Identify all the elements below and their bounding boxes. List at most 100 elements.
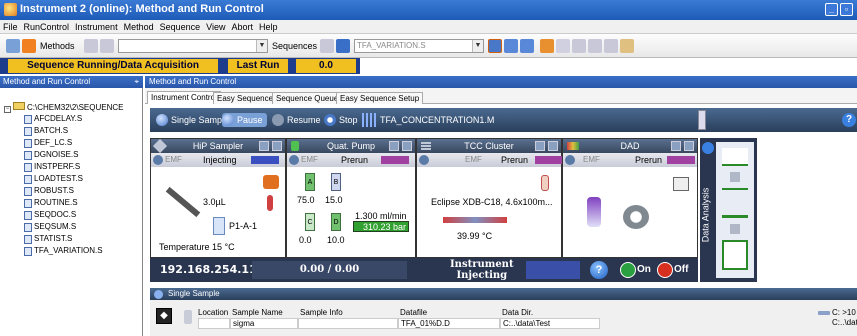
tree-root-label: C:\CHEM32\2\SEQUENCE xyxy=(27,103,124,112)
collapse-icon[interactable] xyxy=(154,290,163,299)
menu-module-icon[interactable] xyxy=(684,141,694,151)
tcc-cluster-module[interactable]: TCC Cluster EMF Prerun Eclipse XDB-C18, … xyxy=(416,138,563,258)
minimize-module-icon[interactable] xyxy=(259,141,269,151)
tree-file-item[interactable]: DEF_LC.S xyxy=(4,138,123,150)
tree-file-item[interactable]: ROUTINE.S xyxy=(4,198,123,210)
pause-button[interactable]: Pause xyxy=(222,113,267,127)
help-icon[interactable]: ? xyxy=(842,113,856,127)
menu-sequence[interactable]: Sequence xyxy=(157,21,204,33)
stop-button[interactable]: Stop xyxy=(324,113,358,127)
minimize-module-icon[interactable] xyxy=(535,141,545,151)
report-icon[interactable] xyxy=(540,39,554,53)
balance-icon[interactable] xyxy=(722,188,748,218)
chromatogram-icon[interactable] xyxy=(722,148,748,166)
report-icon[interactable] xyxy=(722,240,748,270)
tree-file-item[interactable]: TFA_VARIATION.S xyxy=(4,246,123,258)
sequence-file-icon xyxy=(24,139,32,148)
single-sample-title: Single Sample xyxy=(168,289,220,298)
menu-abort[interactable]: Abort xyxy=(229,21,257,33)
data-analysis-panel[interactable]: Data Analysis xyxy=(700,138,757,282)
sequence-file-icon xyxy=(24,151,32,160)
edit-icon[interactable] xyxy=(588,39,602,53)
tray-icon xyxy=(263,175,279,189)
sequence-combo[interactable]: TFA_VARIATION.S ▼ xyxy=(354,39,484,53)
menu-help[interactable]: Help xyxy=(256,21,281,33)
data-dir-cell[interactable]: C:..\data\Test xyxy=(500,318,600,329)
location-cell[interactable] xyxy=(198,318,230,329)
single-sample-button[interactable]: Single Sample xyxy=(156,113,229,127)
menu-file[interactable]: File xyxy=(0,21,21,33)
datafile-cell[interactable]: TFA_01%D.D xyxy=(398,318,500,329)
restore-button[interactable]: ▫ xyxy=(840,3,853,16)
minimize-module-icon[interactable] xyxy=(671,141,681,151)
pin-icon[interactable]: ⌖ xyxy=(134,76,139,88)
tree-root[interactable]: − C:\CHEM32\2\SEQUENCE xyxy=(4,102,123,114)
info-icon[interactable] xyxy=(620,39,634,53)
data-analysis-label-wrap: Data Analysis xyxy=(700,188,714,248)
layout3-icon[interactable] xyxy=(520,39,534,53)
print-icon[interactable] xyxy=(572,39,586,53)
detector-cell-icon xyxy=(623,205,649,229)
tab-sequence-queue[interactable]: Sequence Queue xyxy=(272,92,343,104)
menu-module-icon[interactable] xyxy=(402,141,412,151)
tab-easy-sequence-setup[interactable]: Easy Sequence Setup xyxy=(336,92,424,104)
tab-easy-sequence[interactable]: Easy Sequence xyxy=(213,92,278,104)
hip-sampler-module[interactable]: HiP Sampler EMF Injecting 3.0µL P1-A-1 T… xyxy=(150,138,286,258)
save-sequence-icon[interactable] xyxy=(336,39,350,53)
quat-pump-status: EMF Prerun xyxy=(287,153,415,167)
tab-instrument-control[interactable]: Instrument Control xyxy=(147,91,221,104)
tree-file-item[interactable]: AFCDELAY.S xyxy=(4,114,123,126)
minimize-module-icon[interactable] xyxy=(389,141,399,151)
quat-pump-title: Quat. Pump xyxy=(326,141,376,151)
save-method-icon[interactable] xyxy=(100,39,114,53)
tree-file-label: LOADTEST.S xyxy=(34,174,83,183)
tcc-title: TCC Cluster xyxy=(464,141,514,151)
sample-icon[interactable]: ◆ xyxy=(156,308,172,324)
menu-module-icon[interactable] xyxy=(548,141,558,151)
quat-pump-module[interactable]: Quat. Pump EMF Prerun A B 75.0 15.0 C D … xyxy=(286,138,416,258)
tree-file-item[interactable]: SEQSUM.S xyxy=(4,222,123,234)
help-icon[interactable]: ? xyxy=(590,261,608,279)
preview-icon[interactable] xyxy=(556,39,570,53)
drive-icon xyxy=(818,311,830,315)
method-combo[interactable]: ▼ xyxy=(118,39,268,53)
tree-file-item[interactable]: DGNOISE.S xyxy=(4,150,123,162)
layout-icon[interactable] xyxy=(488,39,502,53)
tree-file-item[interactable]: SEQDOC.S xyxy=(4,210,123,222)
tree-file-label: INSTPERF.S xyxy=(34,162,81,171)
on-button[interactable]: On xyxy=(620,262,651,278)
tree-file-label: DEF_LC.S xyxy=(34,138,73,147)
layout2-icon[interactable] xyxy=(504,39,518,53)
views-icon[interactable] xyxy=(6,39,20,53)
tree-file-item[interactable]: STATIST.S xyxy=(4,234,123,246)
tree-file-item[interactable]: LOADTEST.S xyxy=(4,174,123,186)
tree-file-item[interactable]: INSTPERF.S xyxy=(4,162,123,174)
tree-file-item[interactable]: BATCH.S xyxy=(4,126,123,138)
sequence-file-icon xyxy=(24,175,32,184)
load-sequence-icon[interactable] xyxy=(320,39,334,53)
lamp-icon xyxy=(587,197,601,227)
sampler-icon xyxy=(152,138,168,154)
sample-info-cell[interactable] xyxy=(298,318,398,329)
off-button[interactable]: Off xyxy=(657,262,688,278)
menu-module-icon[interactable] xyxy=(272,141,282,151)
minimize-button[interactable]: _ xyxy=(825,3,838,16)
load-method-icon[interactable] xyxy=(84,39,98,53)
method-icon[interactable] xyxy=(22,39,36,53)
tree-file-item[interactable]: ROBUST.S xyxy=(4,186,123,198)
menu-method[interactable]: Method xyxy=(121,21,157,33)
expand-icon[interactable] xyxy=(702,142,714,154)
tools-icon[interactable] xyxy=(604,39,618,53)
collapse-icon[interactable]: − xyxy=(4,106,11,113)
menu-instrument[interactable]: Instrument xyxy=(72,21,121,33)
sequence-file-icon xyxy=(24,187,32,196)
sample-name-cell[interactable]: sigma xyxy=(230,318,298,329)
left-panel-header: Method and Run Control ⌖ xyxy=(0,76,143,88)
dad-module[interactable]: DAD EMF Prerun xyxy=(562,138,698,258)
resume-button[interactable]: Resume xyxy=(272,113,321,127)
col-datafile: Datafile xyxy=(400,308,428,317)
dad-status: EMF Prerun xyxy=(563,153,697,167)
menu-runcontrol[interactable]: RunControl xyxy=(21,21,73,33)
menu-view[interactable]: View xyxy=(203,21,228,33)
run-scroll[interactable] xyxy=(698,110,706,130)
